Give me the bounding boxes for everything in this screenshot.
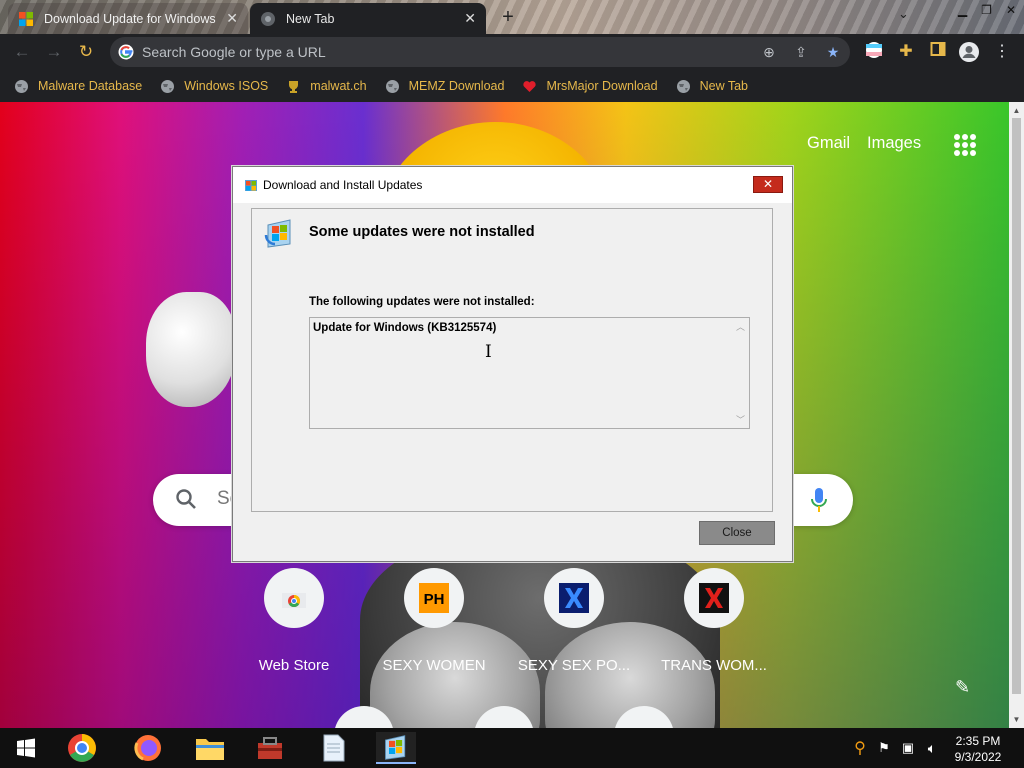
forward-arrow-icon[interactable]: → xyxy=(42,40,66,64)
chrome-web-store-icon xyxy=(264,568,324,628)
svg-text:PH: PH xyxy=(424,591,445,608)
failed-updates-list[interactable]: Update for Windows (KB3125574) I ︿ ﹀ xyxy=(309,317,750,429)
clock-time: 2:35 PM xyxy=(955,734,1001,748)
tab-close-icon[interactable]: ✕ xyxy=(464,10,476,27)
dialog-title: Download and Install Updates xyxy=(263,178,423,192)
shortcut-trans-wom[interactable]: TRANS WOM... xyxy=(654,568,774,674)
omnibox-input[interactable] xyxy=(142,37,742,67)
scroll-up-icon[interactable]: ▲ xyxy=(1009,106,1024,115)
clock-date: 9/3/2022 xyxy=(954,750,1002,764)
chrome-icon[interactable] xyxy=(62,732,102,764)
windows-update-icon xyxy=(245,180,257,191)
zoom-icon[interactable]: ⊕ xyxy=(760,43,778,61)
google-g-icon xyxy=(118,44,134,60)
shortcut-sexy-sex-po[interactable]: SEXY SEX PO... xyxy=(514,568,634,674)
extensions-puzzle-icon[interactable]: ✚ xyxy=(895,41,917,63)
bookmark-malware-database[interactable]: Malware Database xyxy=(14,79,142,94)
dialog-subheading: The following updates were not installed… xyxy=(309,296,535,308)
system-clock[interactable]: 2:35 PM 9/3/2022 xyxy=(948,733,1008,765)
file-explorer-icon[interactable] xyxy=(190,732,230,764)
globe-icon xyxy=(160,79,175,94)
bookmark-mrsmajor-download[interactable]: MrsMajor Download xyxy=(522,79,658,94)
menu-kebab-icon[interactable]: ⋮ xyxy=(991,41,1013,63)
network-icon[interactable]: ▣ xyxy=(898,738,918,758)
action-center-flag-icon[interactable]: ⚑ xyxy=(874,738,894,758)
shortcut-sexy-women[interactable]: PH SEXY WOMEN xyxy=(374,568,494,674)
side-panel-icon[interactable] xyxy=(927,41,949,63)
trophy-icon xyxy=(286,79,301,94)
scroll-down-icon[interactable]: ▼ xyxy=(1009,715,1024,724)
account-avatar-icon[interactable] xyxy=(958,41,980,63)
tab-title: Download Update for Windows xyxy=(44,11,216,26)
google-apps-icon[interactable] xyxy=(954,134,976,156)
globe-icon xyxy=(14,79,29,94)
gmail-link[interactable]: Gmail xyxy=(807,134,850,153)
bookmark-star-icon[interactable]: ★ xyxy=(824,43,842,61)
bookmark-new-tab[interactable]: New Tab xyxy=(676,79,748,94)
images-link[interactable]: Images xyxy=(867,134,921,153)
chrome-newtab-icon xyxy=(261,11,275,26)
dialog-content-panel: Some updates were not installed The foll… xyxy=(251,208,773,512)
minimize-icon[interactable]: ▁ xyxy=(958,3,967,17)
bookmark-malwatch[interactable]: malwat.ch xyxy=(286,79,367,94)
search-icon xyxy=(176,489,196,509)
profile-flag-icon[interactable] xyxy=(863,41,885,63)
dialog-titlebar[interactable]: Download and Install Updates ✕ xyxy=(233,167,792,203)
list-item[interactable]: Update for Windows (KB3125574) xyxy=(313,322,496,334)
restore-icon[interactable]: ❐ xyxy=(981,3,992,17)
firefox-icon[interactable] xyxy=(128,732,168,764)
page-scrollbar[interactable]: ▲ ▼ xyxy=(1009,102,1024,728)
tab-download-update[interactable]: Download Update for Windows ✕ xyxy=(8,3,248,34)
ph-icon: PH xyxy=(404,568,464,628)
windows-update-large-icon xyxy=(264,219,291,248)
windows-logo-icon xyxy=(19,11,33,26)
dialog-close-x-button[interactable]: ✕ xyxy=(753,176,783,193)
bookmarks-bar: Malware Database Windows ISOS malwat.ch … xyxy=(0,70,1024,102)
globe-icon xyxy=(676,79,691,94)
list-scrollbar[interactable]: ︿ ﹀ xyxy=(732,318,749,428)
windows-update-dialog: Download and Install Updates ✕ Some upda… xyxy=(232,166,793,562)
globe-icon xyxy=(385,79,400,94)
windows-taskbar: ⚲ ⚑ ▣ 🔈︎ 2:35 PM 9/3/2022 xyxy=(0,728,1024,768)
scrollbar-thumb[interactable] xyxy=(1012,118,1021,694)
window-close-icon[interactable]: ✕ xyxy=(1006,3,1016,17)
chevron-up-icon[interactable]: ︿ xyxy=(732,320,749,333)
x-icon xyxy=(544,568,604,628)
close-button[interactable]: Close xyxy=(699,521,775,545)
tab-close-icon[interactable]: ✕ xyxy=(226,10,238,27)
start-icon[interactable] xyxy=(6,732,46,764)
chevron-down-icon[interactable]: ﹀ xyxy=(732,413,749,426)
browser-toolbar: ← → ↻ ⊕ ⇪ ★ ✚ ⋮ xyxy=(0,34,1024,70)
tab-search-chevron-icon[interactable]: ⌄ xyxy=(898,6,909,22)
dialog-heading: Some updates were not installed xyxy=(309,224,535,240)
share-icon[interactable]: ⇪ xyxy=(792,43,810,61)
bookmark-memz-download[interactable]: MEMZ Download xyxy=(385,79,504,94)
notepad-icon[interactable] xyxy=(314,732,354,764)
back-arrow-icon[interactable]: ← xyxy=(10,40,34,64)
x-icon xyxy=(684,568,744,628)
windows-update-icon[interactable] xyxy=(376,732,416,764)
reload-icon[interactable]: ↻ xyxy=(74,40,98,64)
shortcut-web-store[interactable]: Web Store xyxy=(234,568,354,674)
address-bar[interactable]: ⊕ ⇪ ★ xyxy=(110,37,850,67)
customize-pencil-icon[interactable]: ✎ xyxy=(955,677,970,698)
toolbox-icon[interactable] xyxy=(250,732,290,764)
bookmark-windows-isos[interactable]: Windows ISOS xyxy=(160,79,268,94)
search-magnifier-icon[interactable]: ⚲ xyxy=(850,738,870,758)
voice-search-mic-icon[interactable] xyxy=(811,487,827,513)
new-tab-plus-icon[interactable]: + xyxy=(496,6,520,28)
text-cursor-icon: I xyxy=(485,342,492,362)
volume-icon[interactable]: 🔈︎ xyxy=(922,738,942,758)
tab-title: New Tab xyxy=(286,11,335,26)
background-character-hand xyxy=(146,292,236,407)
tab-new-tab[interactable]: New Tab ✕ xyxy=(250,3,486,34)
heart-icon xyxy=(522,79,537,94)
